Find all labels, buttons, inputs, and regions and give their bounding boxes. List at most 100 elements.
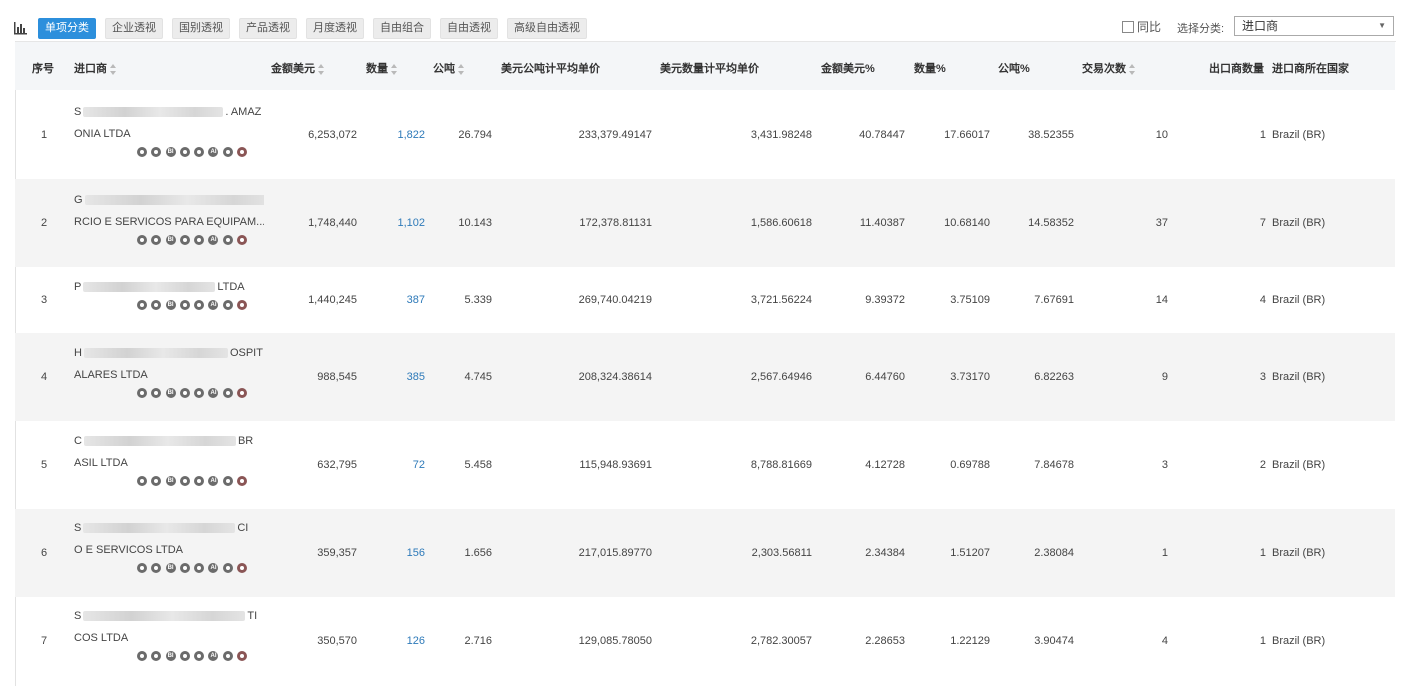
tab-4[interactable]: 月度透视	[306, 18, 364, 39]
target-icon[interactable]	[137, 476, 147, 486]
cell-qty[interactable]: 387	[407, 294, 425, 306]
tab-7[interactable]: 高级自由透视	[507, 18, 587, 39]
table-header: 序号 进口商 金额美元 数量 公吨 美元公吨计平均单价 美元数量计平均单价 金额…	[15, 42, 1395, 90]
bar-chart-icon[interactable]	[14, 21, 28, 35]
tab-1[interactable]: 企业透视	[105, 18, 163, 39]
globe-icon[interactable]	[194, 235, 205, 245]
compass-icon[interactable]	[151, 651, 162, 661]
compass-icon[interactable]	[151, 147, 162, 157]
target-icon[interactable]	[137, 563, 147, 573]
cell-price_ton: 269,740.04219	[578, 294, 652, 306]
people-icon[interactable]	[222, 476, 233, 486]
compass-icon[interactable]	[151, 563, 162, 573]
ai-icon[interactable]: AI	[208, 147, 219, 157]
category-select[interactable]: 进口商 ▼	[1234, 16, 1394, 36]
cell-amount: 1,748,440	[308, 217, 357, 229]
globe-icon[interactable]	[194, 651, 205, 661]
compass-icon[interactable]	[151, 235, 162, 245]
globe-icon[interactable]	[194, 388, 205, 398]
cell-ton: 26.794	[458, 129, 492, 141]
tab-0[interactable]: 单项分类	[38, 18, 96, 39]
sort-icon[interactable]	[110, 63, 117, 75]
col-country: 进口商所在国家	[1272, 63, 1349, 75]
document-icon[interactable]	[179, 476, 190, 486]
col-qty[interactable]: 数量	[366, 60, 398, 76]
people-icon[interactable]	[222, 651, 233, 661]
document-icon[interactable]	[179, 147, 190, 157]
table-row: 7 S TI COS LTDA BI AI 350,570 126 2.716 129,085.7…	[15, 597, 1395, 685]
cell-qty[interactable]: 385	[407, 371, 425, 383]
ai-icon[interactable]: AI	[208, 476, 219, 486]
document-icon[interactable]	[179, 235, 190, 245]
col-price-qty: 美元数量计平均单价	[660, 63, 759, 75]
ai-icon[interactable]: AI	[208, 388, 219, 398]
document-icon[interactable]	[179, 563, 190, 573]
cell-ton_pct: 3.90474	[1034, 635, 1074, 647]
people-icon[interactable]	[222, 235, 233, 245]
compass-icon[interactable]	[151, 300, 162, 310]
grid-globe-icon[interactable]	[237, 476, 248, 486]
sort-icon[interactable]	[391, 63, 398, 75]
cell-qty[interactable]: 1,822	[397, 129, 425, 141]
bi-icon[interactable]: BI	[165, 651, 176, 661]
tab-3[interactable]: 产品透视	[239, 18, 297, 39]
sort-icon[interactable]	[318, 63, 325, 75]
target-icon[interactable]	[137, 147, 147, 157]
col-amount[interactable]: 金额美元	[271, 60, 325, 76]
grid-globe-icon[interactable]	[237, 235, 248, 245]
grid-globe-icon[interactable]	[237, 651, 248, 661]
sort-icon[interactable]	[458, 63, 465, 75]
tab-2[interactable]: 国别透视	[172, 18, 230, 39]
target-icon[interactable]	[137, 651, 147, 661]
bi-icon[interactable]: BI	[165, 476, 176, 486]
compass-icon[interactable]	[151, 476, 162, 486]
cell-country: Brazil (BR)	[1272, 217, 1326, 229]
cell-qty[interactable]: 72	[413, 459, 425, 471]
bi-icon[interactable]: BI	[165, 388, 176, 398]
grid-globe-icon[interactable]	[237, 147, 248, 157]
tab-6[interactable]: 自由透视	[440, 18, 498, 39]
globe-icon[interactable]	[194, 147, 205, 157]
people-icon[interactable]	[222, 300, 233, 310]
target-icon[interactable]	[137, 388, 147, 398]
grid-globe-icon[interactable]	[237, 563, 248, 573]
cell-ton_pct: 2.38084	[1034, 547, 1074, 559]
sort-icon[interactable]	[1129, 63, 1136, 75]
checkbox-icon[interactable]	[1122, 20, 1134, 33]
ai-icon[interactable]: AI	[208, 300, 219, 310]
target-icon[interactable]	[137, 235, 147, 245]
globe-icon[interactable]	[194, 300, 205, 310]
document-icon[interactable]	[179, 651, 190, 661]
people-icon[interactable]	[222, 563, 233, 573]
ai-icon[interactable]: AI	[208, 563, 219, 573]
col-importer[interactable]: 进口商	[74, 60, 117, 76]
document-icon[interactable]	[179, 300, 190, 310]
compass-icon[interactable]	[151, 388, 162, 398]
table-row: 6 S CI O E SERVICOS LTDA BI AI 359,357 156 1.656…	[15, 509, 1395, 597]
bi-icon[interactable]: BI	[165, 147, 176, 157]
cell-exporters: 1	[1259, 129, 1266, 141]
cell-qty[interactable]: 1,102	[397, 217, 425, 229]
col-qty-label: 数量	[366, 63, 388, 75]
people-icon[interactable]	[222, 388, 233, 398]
cell-qty[interactable]: 156	[407, 547, 425, 559]
cell-qty[interactable]: 126	[407, 635, 425, 647]
target-icon[interactable]	[137, 300, 147, 310]
people-icon[interactable]	[222, 147, 233, 157]
col-ton[interactable]: 公吨	[433, 60, 465, 76]
bi-icon[interactable]: BI	[165, 235, 176, 245]
cell-ton_pct: 38.52355	[1028, 129, 1074, 141]
bi-icon[interactable]: BI	[165, 563, 176, 573]
ai-icon[interactable]: AI	[208, 235, 219, 245]
grid-globe-icon[interactable]	[237, 388, 248, 398]
yoy-checkbox[interactable]: 同比	[1122, 18, 1161, 35]
col-trades[interactable]: 交易次数	[1082, 60, 1136, 76]
grid-globe-icon[interactable]	[237, 300, 248, 310]
globe-icon[interactable]	[194, 476, 205, 486]
importer-name-line2: RCIO E SERVICOS PARA EQUIPAM...	[74, 216, 264, 228]
globe-icon[interactable]	[194, 563, 205, 573]
ai-icon[interactable]: AI	[208, 651, 219, 661]
bi-icon[interactable]: BI	[165, 300, 176, 310]
tab-5[interactable]: 自由组合	[373, 18, 431, 39]
document-icon[interactable]	[179, 388, 190, 398]
